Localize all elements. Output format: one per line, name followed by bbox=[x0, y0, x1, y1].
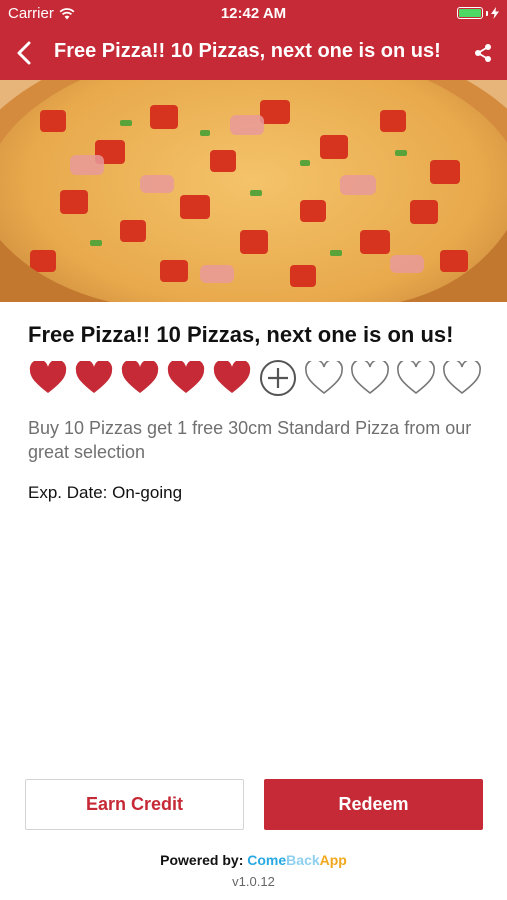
expiry-date: Exp. Date: On-going bbox=[28, 483, 183, 502]
stamp-card bbox=[28, 358, 482, 398]
powered-by-label: Powered by: bbox=[160, 852, 244, 868]
status-time: 12:42 AM bbox=[220, 5, 287, 22]
offer-image bbox=[0, 80, 507, 302]
chevron-left-icon bbox=[17, 41, 31, 65]
heart-filled-icon bbox=[212, 358, 252, 398]
battery-icon bbox=[457, 7, 499, 19]
heart-filled-icon bbox=[120, 358, 160, 398]
heart-outline-icon bbox=[350, 358, 390, 398]
back-button[interactable] bbox=[10, 39, 38, 67]
earn-credit-button[interactable]: Earn Credit bbox=[25, 779, 244, 830]
navigation-bar: Free Pizza!! 10 Pizzas, next one is on u… bbox=[0, 27, 507, 80]
status-bar: Carrier 12:42 AM bbox=[0, 0, 507, 27]
brand-logo[interactable]: ComeBackApp bbox=[247, 852, 347, 868]
app-header: Carrier 12:42 AM Free Pizza!! 10 Pizzas,… bbox=[0, 0, 507, 80]
offer-title: Free Pizza!! 10 Pizzas, next one is on u… bbox=[28, 322, 454, 347]
app-version: v1.0.12 bbox=[232, 874, 275, 889]
heart-outline-icon bbox=[442, 358, 482, 398]
pizza-photo bbox=[0, 80, 507, 302]
heart-filled-icon bbox=[74, 358, 114, 398]
page-title: Free Pizza!! 10 Pizzas, next one is on u… bbox=[54, 40, 441, 62]
charging-icon bbox=[491, 7, 499, 19]
heart-filled-icon bbox=[28, 358, 68, 398]
share-button[interactable] bbox=[469, 39, 497, 67]
heart-outline-icon bbox=[396, 358, 436, 398]
offer-description: Buy 10 Pizzas get 1 free 30cm Standard P… bbox=[28, 418, 472, 462]
share-icon bbox=[475, 44, 491, 62]
heart-outline-icon bbox=[304, 358, 344, 398]
add-circle-icon[interactable] bbox=[258, 358, 298, 398]
redeem-button[interactable]: Redeem bbox=[264, 779, 483, 830]
heart-filled-icon bbox=[166, 358, 206, 398]
powered-by: Powered by: ComeBackApp bbox=[0, 852, 507, 868]
